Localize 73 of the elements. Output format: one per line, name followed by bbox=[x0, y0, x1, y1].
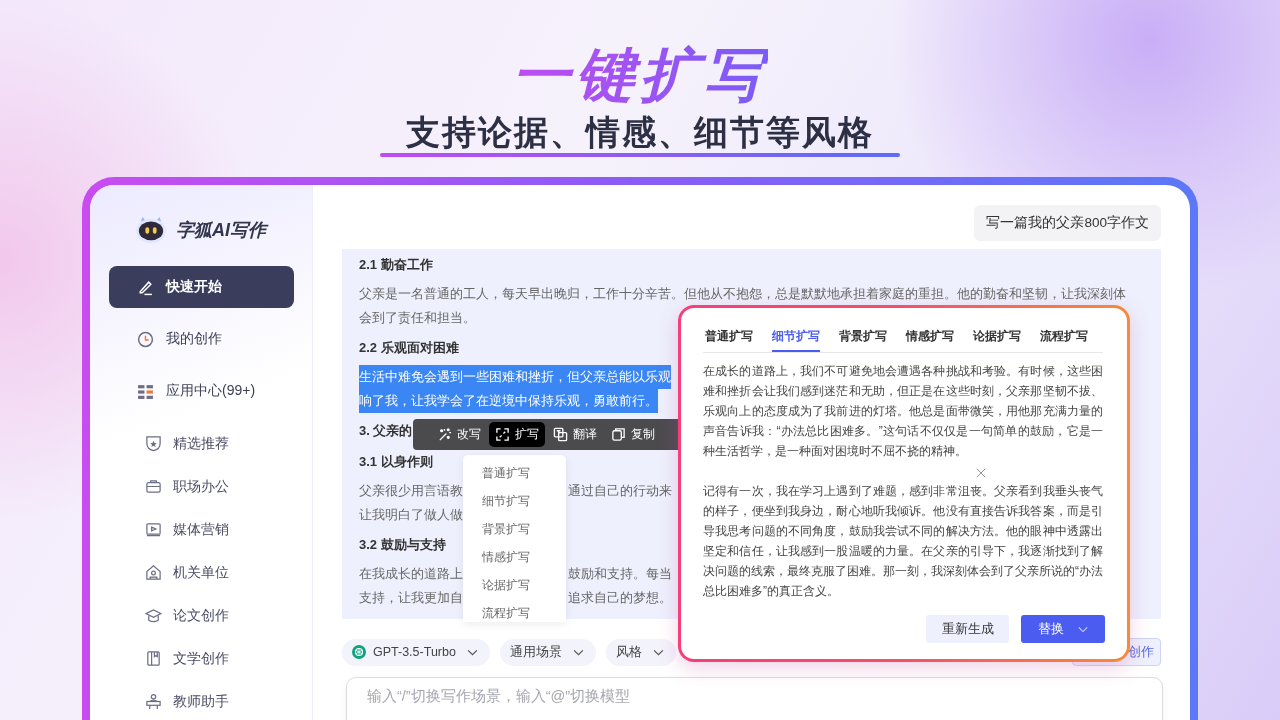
robot-logo-icon bbox=[134, 216, 168, 244]
body-text: 在我成长的道路上 bbox=[359, 565, 463, 583]
style-tab[interactable]: 情感扩写 bbox=[906, 328, 954, 352]
expand-icon bbox=[495, 427, 510, 442]
menu-item[interactable]: 论据扩写 bbox=[463, 571, 566, 599]
sidebar-item[interactable]: 快速开始 bbox=[109, 266, 294, 308]
toolbar-button[interactable]: 翻译 bbox=[547, 422, 603, 447]
sidebar-subitem[interactable]: 机关单位 bbox=[109, 551, 294, 594]
section-heading: 3.2 鼓励与支持 bbox=[359, 536, 446, 554]
clock-icon bbox=[137, 330, 154, 348]
prompt-chip[interactable]: 写一篇我的父亲800字作文 bbox=[974, 205, 1161, 241]
chevron-down-icon bbox=[1078, 625, 1088, 633]
section-heading: 2.2 乐观面对困难 bbox=[359, 339, 459, 357]
sidebar-subitem[interactable]: 精选推荐 bbox=[109, 422, 294, 465]
sidebar-subitem[interactable]: 职场办公 bbox=[109, 465, 294, 508]
selected-text: 生活中难免会遇到一些困难和挫折，但父亲总能以乐观 bbox=[359, 365, 671, 389]
teacher-icon bbox=[145, 693, 162, 710]
grid-icon bbox=[137, 382, 154, 400]
body-text: 父亲很少用言语教 bbox=[359, 482, 463, 500]
style-tab[interactable]: 细节扩写 bbox=[772, 328, 820, 352]
style-tab[interactable]: 背景扩写 bbox=[839, 328, 887, 352]
scene-selector[interactable]: 通用场景 bbox=[499, 638, 596, 666]
model-logo-icon bbox=[352, 645, 366, 659]
body-text: 支持，让我更加自 bbox=[359, 589, 463, 607]
body-text: 鼓励和支持。每当 bbox=[568, 565, 672, 583]
generated-paragraph: 记得有一次，我在学习上遇到了难题，感到非常沮丧。父亲看到我垂头丧气的样子，便坐到我身边，耐心地听我倾诉。他没有直接告诉我答案，而是引导我思考问题的不同角度，鼓励我尝试不同的解决方法。他的眼神中透露出坚定和信任，让我感到一股温暖的力量。在父亲的引导下，我逐渐找到了解决问题的线索，最终克服了困难。那一刻，我深刻体会到了父亲所说的“办法总比困难多”的真正含义。 bbox=[703, 483, 1103, 600]
book-icon bbox=[145, 650, 162, 667]
replace-button[interactable]: 替换 bbox=[1021, 615, 1105, 643]
menu-item[interactable]: 背景扩写 bbox=[463, 515, 566, 543]
star-badge-icon bbox=[145, 435, 162, 452]
subheadline: 支持论据、情感、细节等风格 bbox=[406, 112, 874, 152]
style-selector[interactable]: 风格 bbox=[605, 638, 676, 666]
body-text: 追求自己的梦想。 bbox=[568, 589, 672, 607]
body-text: 让我明白了做人做 bbox=[359, 506, 463, 524]
body-text: 会到了责任和担当。 bbox=[359, 309, 476, 327]
sidebar-subitem[interactable]: 教师助手 bbox=[109, 680, 294, 720]
regenerate-button[interactable]: 重新生成 bbox=[926, 615, 1009, 643]
style-tab[interactable]: 流程扩写 bbox=[1040, 328, 1088, 352]
sidebar-subitem[interactable]: 媒体营销 bbox=[109, 508, 294, 551]
section-heading: 2.1 勤奋工作 bbox=[359, 256, 433, 274]
building-icon bbox=[145, 564, 162, 581]
model-selector[interactable]: GPT-3.5-Turbo bbox=[342, 638, 490, 666]
style-tab[interactable]: 论据扩写 bbox=[973, 328, 1021, 352]
menu-item[interactable]: 细节扩写 bbox=[463, 487, 566, 515]
sidebar-item[interactable]: 我的创作 bbox=[109, 318, 294, 360]
section-heading: 3. 父亲的 bbox=[359, 422, 413, 440]
briefcase-icon bbox=[145, 478, 162, 495]
toolbar-button[interactable]: 复制 bbox=[605, 422, 661, 447]
section-heading: 3.1 以身作则 bbox=[359, 453, 433, 471]
style-tab[interactable]: 普通扩写 bbox=[705, 328, 753, 352]
menu-item[interactable]: 流程扩写 bbox=[463, 599, 566, 622]
sparkle-wand-icon bbox=[437, 427, 452, 442]
selected-text: 响了我，让我学会了在逆境中保持乐观，勇敢前行。 bbox=[359, 389, 658, 413]
chevron-down-icon bbox=[466, 648, 478, 656]
body-text: 通过自己的行动来 bbox=[568, 482, 672, 500]
sidebar-subitem[interactable]: 论文创作 bbox=[109, 594, 294, 637]
generated-paragraph: 在成长的道路上，我们不可避免地会遭遇各种挑战和考验。有时候，这些困难和挫折会让我们感到迷茫和无助，但正是在这些时刻，父亲那坚韧不拔、乐观向上的态度成为了我前进的灯塔。他总是面带微笑，用他那充满力量的声音告诉我：“办法总比困难多。”这句话不仅仅是一句简单的鼓励，它是一种生活哲学，是一种面对困境时不屈不挠的精神。 bbox=[703, 363, 1103, 460]
sidebar-subitem[interactable]: 文学创作 bbox=[109, 637, 294, 680]
graduation-cap-icon bbox=[145, 607, 162, 624]
pencil-icon bbox=[137, 278, 154, 296]
menu-item[interactable]: 普通扩写 bbox=[463, 459, 566, 487]
body-text: 父亲是一名普通的工人，每天早出晚归，工作十分辛苦。但他从不抱怨，总是默默地承担着家庭的重担。他的勤奋和坚韧，让我深刻体 bbox=[359, 285, 1126, 303]
menu-item[interactable]: 情感扩写 bbox=[463, 543, 566, 571]
chevron-down-icon bbox=[652, 648, 664, 656]
prompt-input[interactable]: 输入“/”切换写作场景，输入“@”切换模型 bbox=[346, 677, 1163, 720]
close-icon[interactable] bbox=[976, 468, 986, 478]
sidebar-item[interactable]: 应用中心(99+) bbox=[109, 370, 294, 412]
copy-icon bbox=[611, 427, 626, 442]
video-icon bbox=[145, 521, 162, 538]
translate-icon bbox=[553, 427, 568, 442]
chevron-down-icon bbox=[572, 648, 584, 656]
toolbar-button[interactable]: 改写 bbox=[431, 422, 487, 447]
toolbar-button[interactable]: 扩写 bbox=[489, 422, 545, 447]
